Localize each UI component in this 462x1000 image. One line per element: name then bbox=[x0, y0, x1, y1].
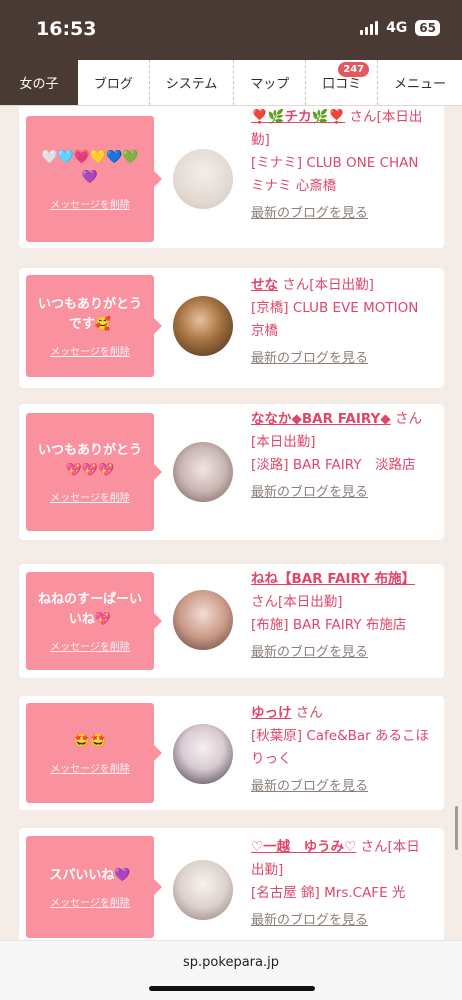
tab-label: 女の子 bbox=[19, 77, 59, 92]
message-bubble: スパいいね💜 メッセージを削除 bbox=[26, 836, 162, 938]
cast-info: ねね【BAR FAIRY 布施】 さん[本日出勤] [布施] BAR FAIRY… bbox=[251, 568, 431, 664]
cast-name-link[interactable]: せな bbox=[251, 277, 278, 293]
shop-name: [名古屋 錦] Mrs.CAFE 光 bbox=[251, 885, 406, 901]
message-bubble: いつもありがとう💖💖💖 メッセージを削除 bbox=[26, 413, 162, 531]
review-count-badge: 247 bbox=[338, 62, 370, 77]
list-item: いつもありがとう💖💖💖 メッセージを削除 ななか◆BAR FAIRY◆ さん[本… bbox=[19, 404, 444, 540]
delete-message-link[interactable]: メッセージを削除 bbox=[50, 638, 130, 653]
shop-name: [秋葉原] Cafe&Bar あるこほりっく bbox=[251, 728, 429, 767]
scrollbar[interactable] bbox=[455, 806, 458, 850]
cast-name-link[interactable]: ゆっけ bbox=[251, 705, 292, 721]
avatar[interactable] bbox=[173, 860, 233, 920]
clock: 16:53 bbox=[36, 18, 97, 40]
delete-message-link[interactable]: メッセージを削除 bbox=[50, 894, 130, 909]
delete-message-link[interactable]: メッセージを削除 bbox=[50, 489, 130, 504]
cast-info: せな さん[本日出勤] [京橋] CLUB EVE MOTION 京橋 最新のブ… bbox=[251, 274, 431, 370]
cast-info: ななか◆BAR FAIRY◆ さん[本日出勤] [淡路] BAR FAIRY 淡… bbox=[251, 408, 431, 504]
message-text: スパいいね💜 bbox=[49, 867, 131, 883]
avatar[interactable] bbox=[173, 149, 233, 209]
avatar[interactable] bbox=[173, 590, 233, 650]
list-item: スパいいね💜 メッセージを削除 ♡一越 ゆうみ♡ さん[本日出勤] [名古屋 錦… bbox=[19, 828, 444, 940]
latest-blog-link[interactable]: 最新のブログを見る bbox=[251, 481, 431, 504]
latest-blog-link[interactable]: 最新のブログを見る bbox=[251, 347, 431, 370]
network-type: 4G bbox=[386, 20, 408, 36]
cast-suffix: さん[本日出勤] bbox=[282, 277, 374, 293]
message-list: 🤍🩵💗💛💙💚💜 メッセージを削除 ❣️🌿チカ🌿❣️ さん[本日出勤] [ミナミ]… bbox=[19, 106, 444, 940]
cast-name-link[interactable]: ❣️🌿チカ🌿❣️ bbox=[251, 109, 345, 125]
list-item: 🤍🩵💗💛💙💚💜 メッセージを削除 ❣️🌿チカ🌿❣️ さん[本日出勤] [ミナミ]… bbox=[19, 106, 444, 248]
message-text: 🤩🤩 bbox=[73, 733, 107, 749]
cast-name-link[interactable]: ななか◆BAR FAIRY◆ bbox=[251, 411, 391, 427]
message-bubble: 🤍🩵💗💛💙💚💜 メッセージを削除 bbox=[26, 116, 162, 242]
message-text: 🤍🩵💗💛💙💚💜 bbox=[41, 149, 139, 185]
shop-name: [布施] BAR FAIRY 布施店 bbox=[251, 617, 407, 633]
cast-suffix: さん[本日出勤] bbox=[251, 594, 343, 610]
message-bubble: ねねのすーぱーいいね💖 メッセージを削除 bbox=[26, 572, 162, 670]
message-text: いつもありがとう💖💖💖 bbox=[37, 442, 142, 478]
list-item: 🤩🤩 メッセージを削除 ゆっけ さん [秋葉原] Cafe&Bar あるこほりっ… bbox=[19, 696, 444, 810]
tab-label: ブログ bbox=[93, 77, 133, 92]
battery-icon: 65 bbox=[415, 20, 440, 36]
tab-map[interactable]: マップ bbox=[234, 60, 307, 105]
message-bubble: いつもありがとうです🥰 メッセージを削除 bbox=[26, 275, 162, 377]
url-field[interactable]: sp.pokepara.jp bbox=[0, 955, 462, 970]
message-bubble: 🤩🤩 メッセージを削除 bbox=[26, 703, 162, 803]
latest-blog-link[interactable]: 最新のブログを見る bbox=[251, 909, 431, 932]
tab-system[interactable]: システム bbox=[150, 60, 235, 105]
tab-menu[interactable]: メニュー bbox=[378, 60, 462, 105]
tab-label: システム bbox=[165, 77, 218, 92]
message-text: いつもありがとうです🥰 bbox=[37, 296, 142, 332]
tab-blog[interactable]: ブログ bbox=[78, 60, 150, 105]
avatar[interactable] bbox=[173, 724, 233, 784]
latest-blog-link[interactable]: 最新のブログを見る bbox=[251, 775, 431, 798]
signal-icon bbox=[360, 21, 379, 35]
shop-name: [京橋] CLUB EVE MOTION 京橋 bbox=[251, 300, 419, 339]
cast-info: ゆっけ さん [秋葉原] Cafe&Bar あるこほりっく 最新のブログを見る bbox=[251, 702, 431, 798]
delete-message-link[interactable]: メッセージを削除 bbox=[50, 760, 130, 775]
cast-name-link[interactable]: ♡一越 ゆうみ♡ bbox=[251, 839, 356, 855]
message-text: ねねのすーぱーいいね💖 bbox=[37, 591, 142, 627]
status-bar: 16:53 4G 65 bbox=[0, 0, 462, 60]
avatar[interactable] bbox=[173, 442, 233, 502]
tab-label: メニュー bbox=[394, 77, 447, 92]
latest-blog-link[interactable]: 最新のブログを見る bbox=[251, 641, 431, 664]
delete-message-link[interactable]: メッセージを削除 bbox=[50, 196, 130, 211]
home-indicator[interactable] bbox=[149, 986, 315, 991]
tab-reviews[interactable]: 口コミ 247 bbox=[306, 60, 379, 105]
cast-suffix: さん bbox=[295, 705, 323, 721]
delete-message-link[interactable]: メッセージを削除 bbox=[50, 343, 130, 358]
tab-girls[interactable]: 女の子 bbox=[0, 60, 78, 105]
shop-name: [ミナミ] CLUB ONE CHAN ミナミ 心斎橋 bbox=[251, 155, 419, 194]
main-nav: 女の子 ブログ システム マップ 口コミ 247 メニュー bbox=[0, 60, 462, 106]
avatar[interactable] bbox=[173, 296, 233, 356]
status-icons: 4G 65 bbox=[360, 20, 440, 36]
cast-name-link[interactable]: ねね【BAR FAIRY 布施】 bbox=[251, 571, 415, 587]
cast-info: ❣️🌿チカ🌿❣️ さん[本日出勤] [ミナミ] CLUB ONE CHAN ミナ… bbox=[251, 106, 431, 225]
list-item: ねねのすーぱーいいね💖 メッセージを削除 ねね【BAR FAIRY 布施】 さん… bbox=[19, 564, 444, 678]
list-item: いつもありがとうです🥰 メッセージを削除 せな さん[本日出勤] [京橋] CL… bbox=[19, 268, 444, 388]
browser-bar: sp.pokepara.jp bbox=[0, 940, 462, 1000]
tab-label: マップ bbox=[250, 77, 290, 92]
shop-name: [淡路] BAR FAIRY 淡路店 bbox=[251, 457, 416, 473]
cast-info: ♡一越 ゆうみ♡ さん[本日出勤] [名古屋 錦] Mrs.CAFE 光 最新の… bbox=[251, 836, 431, 932]
latest-blog-link[interactable]: 最新のブログを見る bbox=[251, 202, 431, 225]
